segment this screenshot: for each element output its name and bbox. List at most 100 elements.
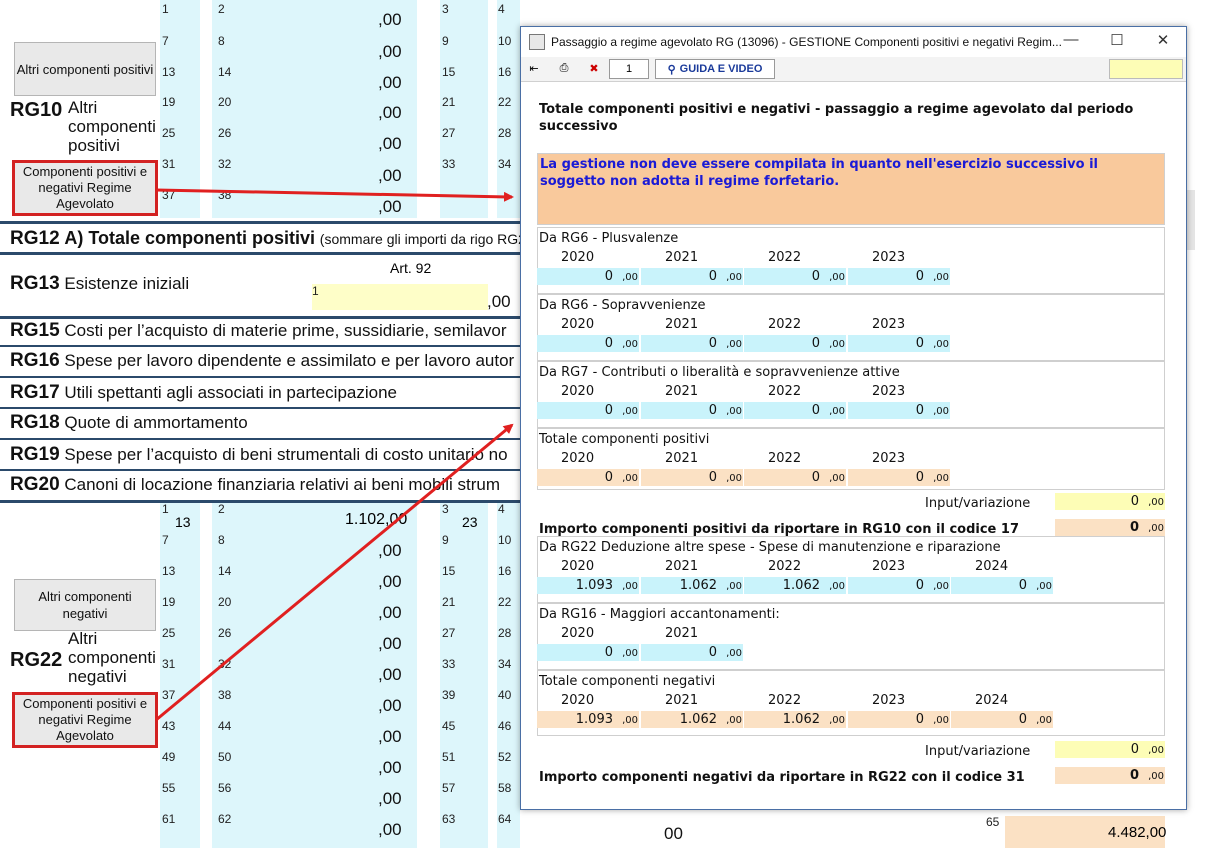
regime-agevolato-positivi-button[interactable]: Componenti positivi e negativi Regime Ag… — [12, 160, 158, 216]
amount-box[interactable]: 0,00 — [848, 335, 950, 352]
help-icon: ⚲ — [667, 63, 676, 76]
rg13-code: RG13 — [10, 273, 60, 294]
amount-field[interactable]: ,00 — [378, 820, 402, 840]
total-field-65[interactable]: 4.482,00 — [1108, 824, 1166, 841]
cell-number: 43 — [162, 719, 176, 733]
amount-field[interactable]: ,00 — [487, 292, 511, 312]
amount-field[interactable]: ,00 — [378, 696, 402, 716]
year-label: 2020 — [561, 451, 595, 466]
altri-componenti-negativi-button[interactable]: Altri componenti negativi — [14, 579, 156, 631]
dialog-heading: Totale componenti positivi e negativi - … — [539, 102, 1134, 134]
amount-field[interactable]: ,00 — [378, 42, 402, 62]
amount-box[interactable]: 0,00 — [848, 469, 950, 486]
amount-box[interactable]: 1.062 ,00 — [641, 711, 743, 728]
cell-number: 8 — [218, 533, 225, 547]
amount-value[interactable]: 1.102,00 — [345, 511, 407, 529]
row-code: RG19 — [10, 444, 60, 465]
negative-input-field[interactable]: 0,00 — [1055, 741, 1165, 758]
amount-value[interactable]: 23 — [462, 514, 478, 530]
decimal-suffix: ,00 — [726, 581, 742, 592]
amount-box[interactable]: 0,00 — [744, 469, 846, 486]
amount-value: 0 — [811, 336, 820, 351]
cell-number: 61 — [162, 812, 176, 826]
amount-box[interactable]: 1.062 ,00 — [641, 577, 743, 594]
delete-icon[interactable]: ✖ — [585, 59, 603, 77]
amount-field[interactable]: ,00 — [378, 197, 402, 217]
amount-box[interactable]: 0,00 — [951, 711, 1053, 728]
positive-input-field[interactable]: 0,00 — [1055, 493, 1165, 510]
amount-field[interactable]: ,00 — [378, 603, 402, 623]
amount-field[interactable]: ,00 — [378, 134, 402, 154]
decimal-suffix: ,00 — [1148, 771, 1164, 782]
amount-box[interactable]: 0,00 — [744, 268, 846, 285]
amount-field[interactable]: ,00 — [378, 541, 402, 561]
cell-number: 28 — [498, 126, 512, 140]
cell-number: 49 — [162, 750, 176, 764]
amount-value: 0 — [708, 403, 717, 418]
amount-field[interactable]: ,00 — [378, 665, 402, 685]
positive-total-field[interactable]: 0,00 — [1055, 519, 1165, 536]
decimal-suffix: ,00 — [933, 581, 949, 592]
page-number[interactable]: 1 — [609, 59, 649, 79]
cell-number: 7 — [162, 34, 169, 48]
amount-box[interactable]: 0,00 — [848, 268, 950, 285]
amount-box[interactable]: 0,00 — [537, 335, 639, 352]
amount-field[interactable]: ,00 — [378, 634, 402, 654]
amount-box[interactable]: 1.062 ,00 — [744, 711, 846, 728]
year-label: 2022 — [768, 250, 802, 265]
amount-box[interactable]: 0,00 — [641, 268, 743, 285]
esistenze-iniziali-field[interactable] — [312, 284, 488, 310]
amount-field[interactable]: ,00 — [378, 789, 402, 809]
altri-componenti-positivi-button[interactable]: Altri componenti positivi — [14, 42, 156, 96]
negative-total-field[interactable]: 0,00 — [1055, 767, 1165, 784]
exit-icon[interactable]: ⇤ — [525, 59, 543, 77]
regime-agevolato-negativi-button[interactable]: Componenti positivi e negativi Regime Ag… — [12, 692, 158, 748]
close-icon[interactable]: ✕ — [1143, 31, 1183, 49]
rg22-code: RG22 — [10, 649, 63, 671]
amount-field[interactable]: ,00 — [378, 73, 402, 93]
rg12-row: RG12 A) Totale componenti positivi (somm… — [10, 228, 526, 250]
amount-box[interactable]: 0,00 — [744, 402, 846, 419]
amount-field[interactable]: ,00 — [378, 727, 402, 747]
minimize-icon[interactable]: — — [1051, 31, 1091, 48]
amount-value[interactable]: 13 — [175, 514, 191, 530]
amount-box[interactable]: 1.093 ,00 — [537, 577, 639, 594]
decimal-suffix: ,00 — [1148, 497, 1164, 508]
amount-box[interactable]: 0,00 — [537, 644, 639, 661]
year-label: 2023 — [872, 693, 906, 708]
decimal-suffix: ,00 — [1148, 745, 1164, 756]
amount-box[interactable]: 0,00 — [848, 711, 950, 728]
amount-box[interactable]: 0,00 — [537, 268, 639, 285]
cell-number: 14 — [218, 65, 232, 79]
amount-field[interactable]: ,00 — [378, 10, 402, 30]
amount-box[interactable]: 0,00 — [537, 402, 639, 419]
amount-box[interactable]: 0,00 — [848, 402, 950, 419]
amount-box[interactable]: 0,00 — [951, 577, 1053, 594]
amount-box[interactable]: 0,00 — [848, 577, 950, 594]
amount-box[interactable]: 0,00 — [641, 335, 743, 352]
section-title: Da RG16 - Maggiori accantonamenti: — [539, 607, 780, 622]
amount-box[interactable]: 0,00 — [641, 469, 743, 486]
decimal-suffix: ,00 — [622, 581, 638, 592]
guida-video-button[interactable]: ⚲ GUIDA E VIDEO — [655, 59, 775, 79]
print-icon[interactable]: ⎙ — [555, 59, 573, 77]
amount-box[interactable]: 0,00 — [641, 402, 743, 419]
cell-number: 50 — [218, 750, 232, 764]
row-text: Costi per l’acquisto di materie prime, s… — [64, 321, 507, 340]
amount-field[interactable]: 00 — [664, 824, 683, 844]
amount-box[interactable]: 1.062 ,00 — [744, 577, 846, 594]
amount-value: 0 — [604, 336, 613, 351]
label-line: negativi — [68, 667, 127, 686]
decimal-suffix: ,00 — [726, 406, 742, 417]
decimal-suffix: ,00 — [622, 339, 638, 350]
amount-box[interactable]: 1.093 ,00 — [537, 711, 639, 728]
amount-field[interactable]: ,00 — [378, 103, 402, 123]
amount-box[interactable]: 0,00 — [537, 469, 639, 486]
amount-field[interactable]: ,00 — [378, 572, 402, 592]
amount-field[interactable]: ,00 — [378, 758, 402, 778]
maximize-icon[interactable]: ☐ — [1097, 31, 1137, 49]
amount-field[interactable]: ,00 — [378, 166, 402, 186]
amount-box[interactable]: 0,00 — [744, 335, 846, 352]
amount-box[interactable]: 0,00 — [641, 644, 743, 661]
title-bar[interactable]: Passaggio a regime agevolato RG (13096) … — [521, 27, 1186, 57]
